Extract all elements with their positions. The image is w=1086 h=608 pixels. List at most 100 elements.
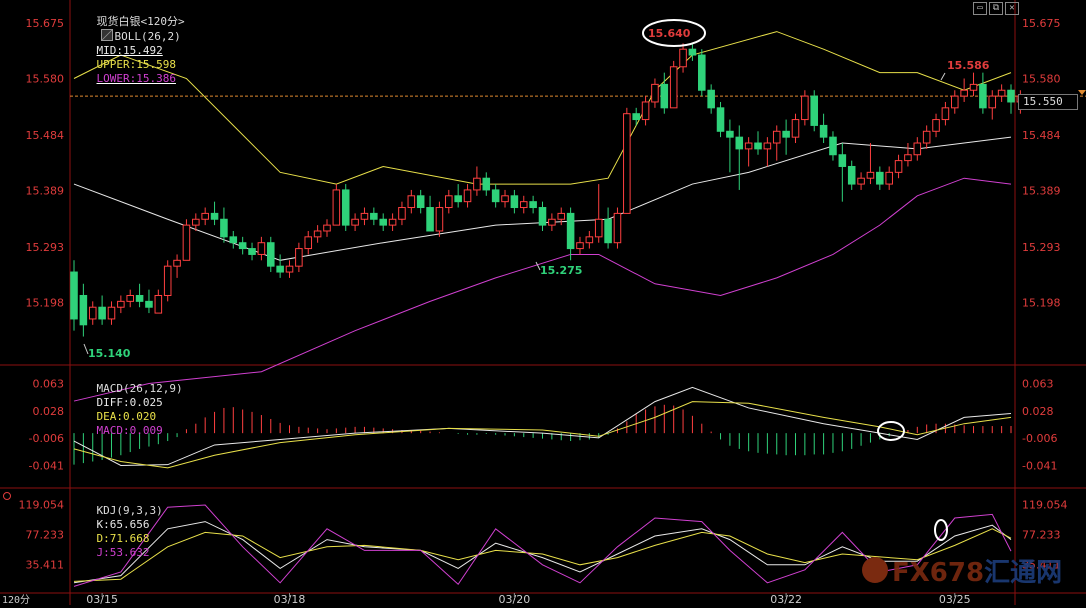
kdj-name[interactable]: KDJ(9,3,3) (97, 504, 163, 517)
candle-body (388, 218, 397, 226)
current-price-label: 15.550 (1023, 95, 1063, 108)
price-marker-icon (1078, 90, 1086, 95)
candle-body (407, 195, 416, 209)
candle-body (566, 212, 575, 250)
candle-body (416, 195, 425, 209)
candle-body (510, 195, 519, 209)
candle-body (238, 242, 247, 250)
y-tick-label-left: 15.293 (26, 241, 65, 254)
macd-y-tick-label-right: 0.028 (1022, 405, 1054, 418)
candle-body (838, 154, 847, 167)
candle-body (548, 218, 556, 226)
period-label[interactable]: 120分 (2, 594, 30, 608)
candle-body (651, 83, 659, 103)
y-tick-label-left: 15.389 (26, 185, 65, 198)
settings-dot-icon[interactable] (3, 492, 11, 500)
candle-body (782, 130, 790, 138)
kline-chart-window: 15.675 15.675 15.580 15.580 15.484 15.484 15.3… (0, 0, 1086, 608)
candle-body (810, 95, 819, 126)
candle-body (135, 294, 144, 302)
candle-body (632, 113, 640, 121)
minimize-icon[interactable]: ▭ (973, 2, 987, 15)
candle-body (819, 124, 828, 138)
candle-body (951, 95, 959, 109)
chart-header: 现货白银<120分> BOLL(26,2) MID:15.492 UPPER:1… (70, 1, 185, 100)
candle-body (969, 83, 978, 91)
current-price-box: 15.550 (1018, 94, 1078, 110)
candle-body (913, 142, 922, 156)
macd-y-tick-label-right: 0.063 (1022, 378, 1054, 391)
boll-upper-value: UPPER:15.598 (96, 58, 176, 71)
candle-body (698, 54, 706, 91)
candle-body (435, 207, 444, 232)
candle-body (763, 142, 772, 150)
candle-body (660, 83, 669, 109)
candle-body (192, 218, 200, 226)
candle-body (688, 48, 697, 56)
candle-body (126, 294, 134, 302)
macd-diff-value: DIFF:0.025 (96, 396, 163, 409)
low-price-annotation: 15.140 (88, 347, 131, 360)
candle-body (801, 95, 809, 121)
indicator-icon[interactable] (100, 29, 113, 41)
candle-body (857, 177, 865, 185)
candle-body (744, 142, 753, 150)
candle-body (501, 195, 509, 203)
candle-body (248, 248, 256, 255)
fx678-logo-icon (862, 557, 888, 583)
candle-body (463, 189, 472, 203)
y-tick-label-right: 15.293 (1022, 241, 1061, 254)
candle-body (726, 130, 734, 138)
kdj-y-tick-label-left: 77.233 (26, 528, 65, 541)
candle-body (904, 154, 912, 162)
candle-body (201, 212, 209, 220)
candle-body (679, 48, 687, 68)
candle-body (351, 218, 359, 226)
candle-body (716, 107, 725, 132)
candle-body (885, 171, 893, 185)
boll-lower-value: LOWER:15.386 (96, 72, 176, 85)
candle-body (491, 189, 500, 203)
restore-icon[interactable]: ⧉ (989, 2, 1003, 15)
candle-body (79, 294, 88, 326)
candle-body (932, 119, 940, 132)
candle-body (829, 136, 837, 156)
y-tick-label-right: 15.484 (1022, 129, 1061, 142)
candle-body (754, 142, 762, 150)
candle-body (847, 165, 856, 185)
kdj-j-value: J:53.632 (96, 546, 150, 559)
macd-name[interactable]: MACD(26,12,9) (97, 382, 183, 395)
candle-body (98, 306, 106, 320)
candle-body (960, 89, 968, 97)
candle-body (641, 101, 650, 121)
candle-body (341, 189, 350, 226)
candle-body (145, 300, 153, 308)
candle-body (332, 189, 341, 226)
candle-body (538, 207, 547, 226)
candle-body (557, 212, 566, 220)
indicator-name[interactable]: BOLL(26,2) (115, 30, 181, 43)
candle-body (613, 212, 622, 244)
recent-high-annotation: 15.586 (947, 59, 990, 72)
candle-body (1007, 89, 1015, 103)
y-tick-label-left: 15.484 (26, 129, 65, 142)
candle-body (473, 177, 481, 191)
candle-body (295, 248, 303, 267)
candle-body (276, 265, 284, 273)
candle-body (220, 218, 228, 238)
y-tick-label-right: 15.198 (1022, 297, 1061, 310)
candle-body (735, 136, 744, 150)
candle-body (894, 160, 903, 173)
close-icon[interactable]: ✕ (1005, 2, 1019, 15)
candle-body (979, 83, 987, 109)
candle-body (70, 271, 78, 320)
kdj-k-value: K:65.656 (96, 518, 150, 531)
candle-body (454, 195, 462, 203)
symbol-label[interactable]: 现货白银<120分> (97, 15, 185, 28)
candle-body (576, 242, 584, 250)
candle-body (866, 171, 875, 179)
candle-body (285, 265, 294, 273)
macd-dea-value: DEA:0.020 (96, 410, 157, 423)
kdj-d-value: D:71.668 (96, 532, 150, 545)
candle-body (529, 201, 537, 209)
